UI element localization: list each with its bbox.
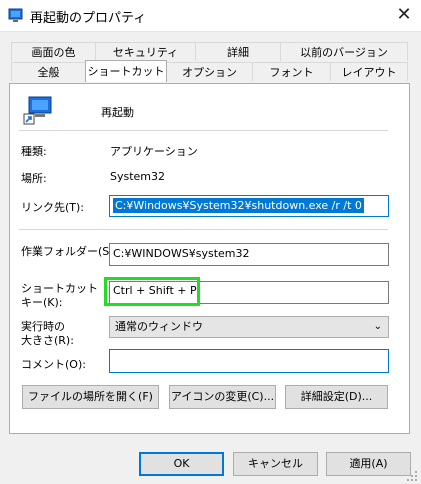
startin-value: C:¥WINDOWS¥system32: [113, 247, 250, 260]
change-icon-button[interactable]: アイコンの変更(C)...: [169, 385, 276, 409]
target-input[interactable]: C:¥Windows¥System32¥shutdown.exe /r /t 0: [109, 195, 389, 217]
tab-details[interactable]: 詳細: [195, 42, 281, 61]
resize-grip-icon[interactable]: [404, 470, 418, 482]
startin-input[interactable]: C:¥WINDOWS¥system32: [109, 243, 389, 266]
tab-general[interactable]: 全般: [11, 62, 86, 81]
chevron-down-icon: ⌄: [373, 321, 382, 332]
run-label-line2: 大きさ(R):: [21, 334, 74, 347]
tab-security[interactable]: セキュリティ: [95, 42, 196, 61]
hotkey-highlight: Ctrl + Shift + P: [104, 277, 200, 306]
location-value: System32: [110, 170, 166, 183]
tab-font[interactable]: フォント: [252, 62, 331, 81]
apply-button[interactable]: 適用(A): [326, 452, 411, 476]
shortcut-app-icon: [8, 8, 23, 22]
ok-button[interactable]: OK: [139, 452, 224, 476]
tab-options[interactable]: オプション: [166, 62, 253, 81]
shortcut-icon: [23, 96, 52, 125]
tab-color[interactable]: 画面の色: [11, 42, 96, 61]
startin-label: 作業フォルダー(S):: [21, 245, 118, 258]
comment-label: コメント(O):: [21, 358, 86, 371]
close-icon[interactable]: ✕: [392, 3, 416, 27]
hotkey-value: Ctrl + Shift + P: [113, 284, 197, 297]
comment-input[interactable]: [109, 349, 389, 373]
run-size-select[interactable]: 通常のウィンドウ ⌄: [109, 316, 389, 338]
type-label: 種類:: [21, 145, 47, 158]
advanced-button[interactable]: 詳細設定(D)...: [285, 385, 388, 409]
target-value: C:¥Windows¥System32¥shutdown.exe /r /t 0: [113, 198, 364, 213]
tab-shortcut[interactable]: ショートカット: [85, 60, 167, 82]
shortcut-name: 再起動: [101, 106, 134, 119]
target-label: リンク先(T):: [21, 201, 85, 214]
tab-previous-versions[interactable]: 以前のバージョン: [280, 42, 408, 61]
location-label: 場所:: [21, 172, 47, 185]
cancel-button[interactable]: キャンセル: [233, 452, 318, 476]
window-title: 再起動のプロパティ: [30, 11, 147, 26]
tab-layout[interactable]: レイアウト: [330, 62, 408, 81]
run-size-value: 通常のウィンドウ: [115, 320, 203, 333]
type-value: アプリケーション: [110, 145, 198, 158]
separator: [19, 229, 388, 230]
hotkey-label-line2: キー(K):: [21, 296, 63, 309]
open-file-location-button[interactable]: ファイルの場所を開く(F): [22, 385, 159, 409]
separator: [19, 130, 388, 131]
